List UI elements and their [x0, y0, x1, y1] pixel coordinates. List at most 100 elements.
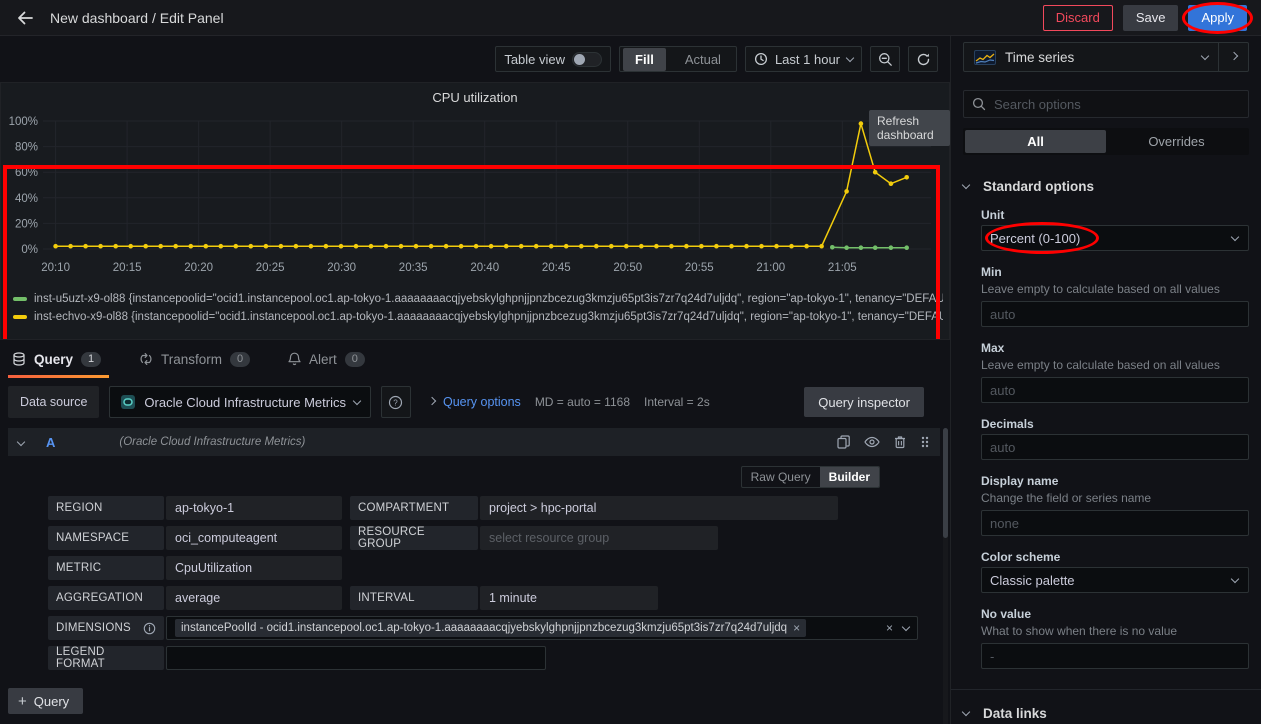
svg-text:100%: 100% [9, 116, 38, 128]
datasource-select[interactable]: Oracle Cloud Infrastructure Metrics [109, 386, 371, 418]
builder-option[interactable]: Builder [820, 467, 879, 487]
tab-alert-label: Alert [309, 352, 337, 367]
drag-handle-icon[interactable] [920, 435, 930, 449]
region-select[interactable]: ap-tokyo-1 [166, 496, 342, 520]
display-name-field: Display name Change the field or series … [963, 474, 1249, 536]
dimensions-multiselect[interactable]: instancePoolId - ocid1.instancepool.oc1.… [166, 616, 918, 640]
color-scheme-field: Color scheme Classic palette [963, 550, 1249, 593]
tab-alert[interactable]: Alert 0 [288, 340, 365, 378]
tab-transform[interactable]: Transform 0 [139, 340, 250, 378]
table-view-control[interactable]: Table view [495, 46, 611, 72]
svg-text:20:35: 20:35 [399, 262, 428, 274]
actual-option[interactable]: Actual [673, 48, 733, 71]
no-value-description: What to show when there is no value [981, 624, 1249, 638]
toggle-viz-picker-button[interactable] [1219, 42, 1249, 72]
edit-tabs: Query 1 Transform 0 Alert 0 [0, 340, 950, 378]
legend-item[interactable]: inst-u5uzt-x9-ol88 {instancepoolid="ocid… [13, 290, 943, 308]
min-input[interactable] [981, 301, 1249, 327]
refresh-button[interactable] [908, 46, 938, 72]
scrollbar-track[interactable] [943, 428, 948, 724]
time-range-picker[interactable]: Last 1 hour [745, 46, 862, 72]
time-series-chart[interactable]: 0%20%40%60%80%100%20:1020:1520:2020:2520… [1, 111, 941, 283]
query-row-header[interactable]: A (Oracle Cloud Infrastructure Metrics) [8, 428, 940, 456]
tab-query-label: Query [34, 352, 73, 367]
search-options-input[interactable] [994, 97, 1240, 112]
zoom-out-button[interactable] [870, 46, 900, 72]
svg-text:20:25: 20:25 [256, 262, 285, 274]
namespace-select[interactable]: oci_computeagent [166, 526, 342, 550]
svg-text:20:55: 20:55 [685, 262, 714, 274]
alert-count-badge: 0 [345, 352, 365, 367]
hide-query-eye-icon[interactable] [864, 436, 880, 448]
query-options-group[interactable]: Query options MD = auto = 1168 Interval … [429, 395, 710, 409]
svg-text:21:05: 21:05 [828, 262, 857, 274]
delete-query-trash-icon[interactable] [894, 435, 906, 449]
query-ref-id: A [46, 435, 55, 450]
collapse-chevron-icon[interactable] [17, 438, 25, 446]
display-name-input[interactable] [981, 510, 1249, 536]
legend-item[interactable]: inst-echvo-x9-ol88 {instancepoolid="ocid… [13, 308, 943, 326]
interval-select[interactable]: 1 minute [480, 586, 658, 610]
unit-select[interactable]: Percent (0-100) [981, 225, 1249, 251]
dimension-chip: instancePoolId - ocid1.instancepool.oc1.… [175, 619, 806, 637]
clock-icon [754, 52, 768, 66]
legend-format-input[interactable] [166, 646, 546, 670]
dimensions-controls: × [886, 621, 909, 635]
resource-group-select[interactable]: select resource group [480, 526, 718, 550]
edit-area: Table view Fill Actual Last 1 hour [0, 36, 950, 724]
x-axis-labels: 20:1020:1520:2020:2520:3020:3520:4020:45… [41, 262, 857, 274]
tab-query[interactable]: Query 1 [12, 340, 101, 378]
save-button[interactable]: Save [1123, 5, 1179, 31]
query-options-link[interactable]: Query options [443, 395, 521, 409]
no-value-input[interactable] [981, 643, 1249, 669]
series-1 [53, 121, 909, 248]
visualization-name: Time series [1005, 50, 1074, 65]
tab-all[interactable]: All [965, 130, 1106, 153]
data-links-header[interactable]: Data links [963, 706, 1249, 721]
svg-text:?: ? [394, 398, 399, 407]
datasource-name: Oracle Cloud Infrastructure Metrics [144, 395, 346, 410]
max-input[interactable] [981, 377, 1249, 403]
unit-value: Percent (0-100) [990, 231, 1080, 246]
decimals-input[interactable] [981, 434, 1249, 460]
raw-query-option[interactable]: Raw Query [742, 467, 820, 487]
active-tab-underline [8, 375, 109, 378]
chevron-down-icon [962, 708, 970, 716]
fill-option[interactable]: Fill [623, 48, 666, 71]
no-value-field: No value What to show when there is no v… [963, 607, 1249, 669]
section-divider [951, 689, 1261, 690]
duplicate-query-icon[interactable] [837, 435, 850, 449]
aggregation-select[interactable]: average [166, 586, 342, 610]
color-scheme-select[interactable]: Classic palette [981, 567, 1249, 593]
help-circle-icon: ? [388, 395, 403, 410]
metric-select[interactable]: CpuUtilization [166, 556, 342, 580]
refresh-tooltip: Refresh dashboard [869, 110, 950, 146]
top-bar: New dashboard / Edit Panel Discard Save … [0, 0, 1261, 36]
tab-overrides[interactable]: Overrides [1106, 130, 1247, 153]
page-title: New dashboard / Edit Panel [50, 10, 224, 26]
visualization-select[interactable]: Time series [963, 42, 1219, 72]
remove-dimension-icon[interactable]: × [793, 621, 800, 635]
chevron-down-icon [353, 396, 361, 404]
refresh-icon [916, 52, 931, 67]
apply-button[interactable]: Apply [1188, 5, 1247, 31]
field-row: AGGREGATION average INTERVAL 1 minute [48, 586, 940, 610]
dimensions-label: DIMENSIONS [56, 622, 131, 634]
datasource-help-button[interactable]: ? [381, 386, 411, 418]
add-query-button[interactable]: + Query [8, 688, 83, 714]
query-mode-toggle: Raw Query Builder [741, 466, 880, 488]
field-row: DIMENSIONS instancePoolId - ocid1.instan… [48, 616, 940, 640]
chevron-down-icon[interactable] [902, 622, 910, 630]
clear-dimensions-icon[interactable]: × [886, 621, 893, 635]
table-view-toggle[interactable] [572, 52, 602, 67]
back-arrow-icon[interactable] [10, 3, 40, 33]
toggle-knob [574, 54, 585, 65]
compartment-select[interactable]: project > hpc-portal [480, 496, 838, 520]
discard-button[interactable]: Discard [1043, 5, 1113, 31]
query-inspector-button[interactable]: Query inspector [804, 387, 924, 417]
legend-swatch [13, 315, 27, 319]
standard-options-header[interactable]: Standard options [963, 179, 1249, 194]
scrollbar-thumb[interactable] [943, 428, 948, 538]
legend-swatch [13, 297, 27, 301]
unit-label: Unit [981, 208, 1249, 222]
